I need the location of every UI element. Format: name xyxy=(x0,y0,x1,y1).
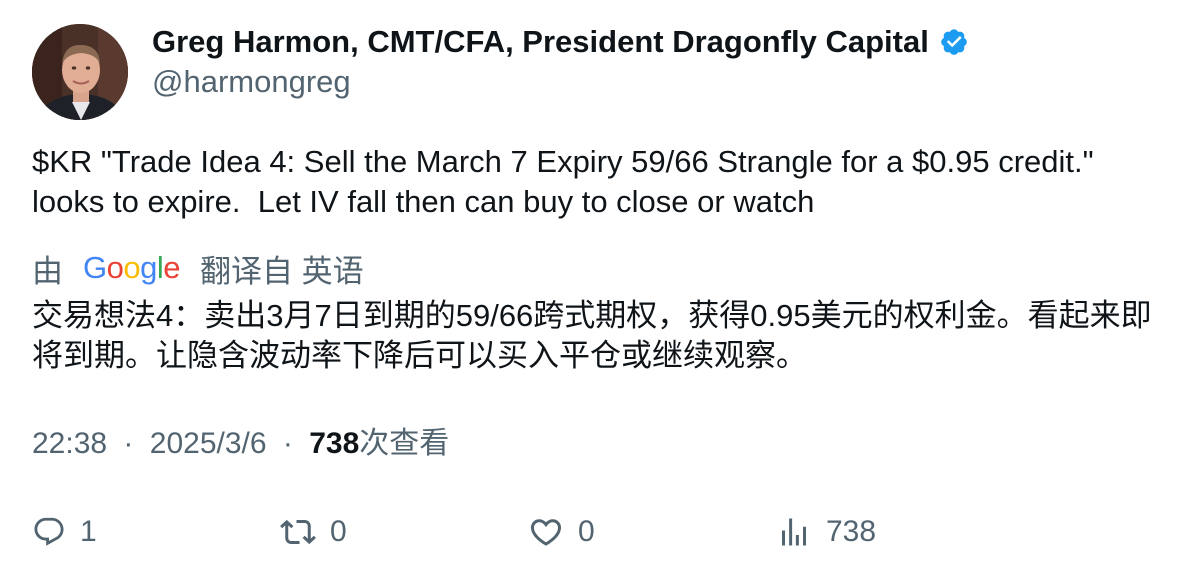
heart-icon xyxy=(528,514,564,550)
views-label: 次查看 xyxy=(359,427,450,460)
translation-attribution[interactable]: 由 Google 翻译自 英语 xyxy=(32,246,364,290)
avatar[interactable] xyxy=(32,24,128,120)
google-logo: Google xyxy=(83,250,181,285)
author-block: Greg Harmon, CMT/CFA, President Dragonfl… xyxy=(152,22,969,102)
retweet-button[interactable]: 0 xyxy=(280,508,347,556)
meta-separator: · xyxy=(282,427,293,460)
like-button[interactable]: 0 xyxy=(528,508,595,556)
retweet-icon xyxy=(280,514,316,550)
views-button[interactable]: 738 xyxy=(776,508,876,556)
verified-badge-icon[interactable] xyxy=(939,27,969,57)
translation-prefix: 由 xyxy=(32,253,63,289)
tweet: Greg Harmon, CMT/CFA, President Dragonfl… xyxy=(0,0,1196,578)
reply-count: 1 xyxy=(80,515,97,548)
author-handle[interactable]: @harmongreg xyxy=(152,62,969,102)
analytics-icon xyxy=(776,514,812,550)
tweet-text: $KR "Trade Idea 4: Sell the March 7 Expi… xyxy=(32,144,1103,219)
meta-separator: · xyxy=(123,427,134,460)
like-count: 0 xyxy=(578,515,595,548)
action-bar: 1 0 0 738 xyxy=(0,508,1196,556)
name-row: Greg Harmon, CMT/CFA, President Dragonfl… xyxy=(152,22,969,62)
tweet-meta: 22:38 · 2025/3/6 · 738次查看 xyxy=(32,424,449,464)
translation-suffix: 翻译自 英语 xyxy=(200,253,364,289)
avatar-photo xyxy=(32,24,128,120)
views-action-count: 738 xyxy=(826,515,877,548)
retweet-count: 0 xyxy=(330,515,347,548)
reply-icon xyxy=(32,515,66,549)
reply-button[interactable]: 1 xyxy=(32,508,97,556)
views-count: 738 xyxy=(309,427,360,460)
tweet-time[interactable]: 22:38 xyxy=(32,427,107,460)
translated-text: 交易想法4：卖出3月7日到期的59/66跨式期权，获得0.95美元的权利金。看起… xyxy=(32,298,1152,373)
tweet-date[interactable]: 2025/3/6 xyxy=(150,427,267,460)
display-name[interactable]: Greg Harmon, CMT/CFA, President Dragonfl… xyxy=(152,24,929,60)
